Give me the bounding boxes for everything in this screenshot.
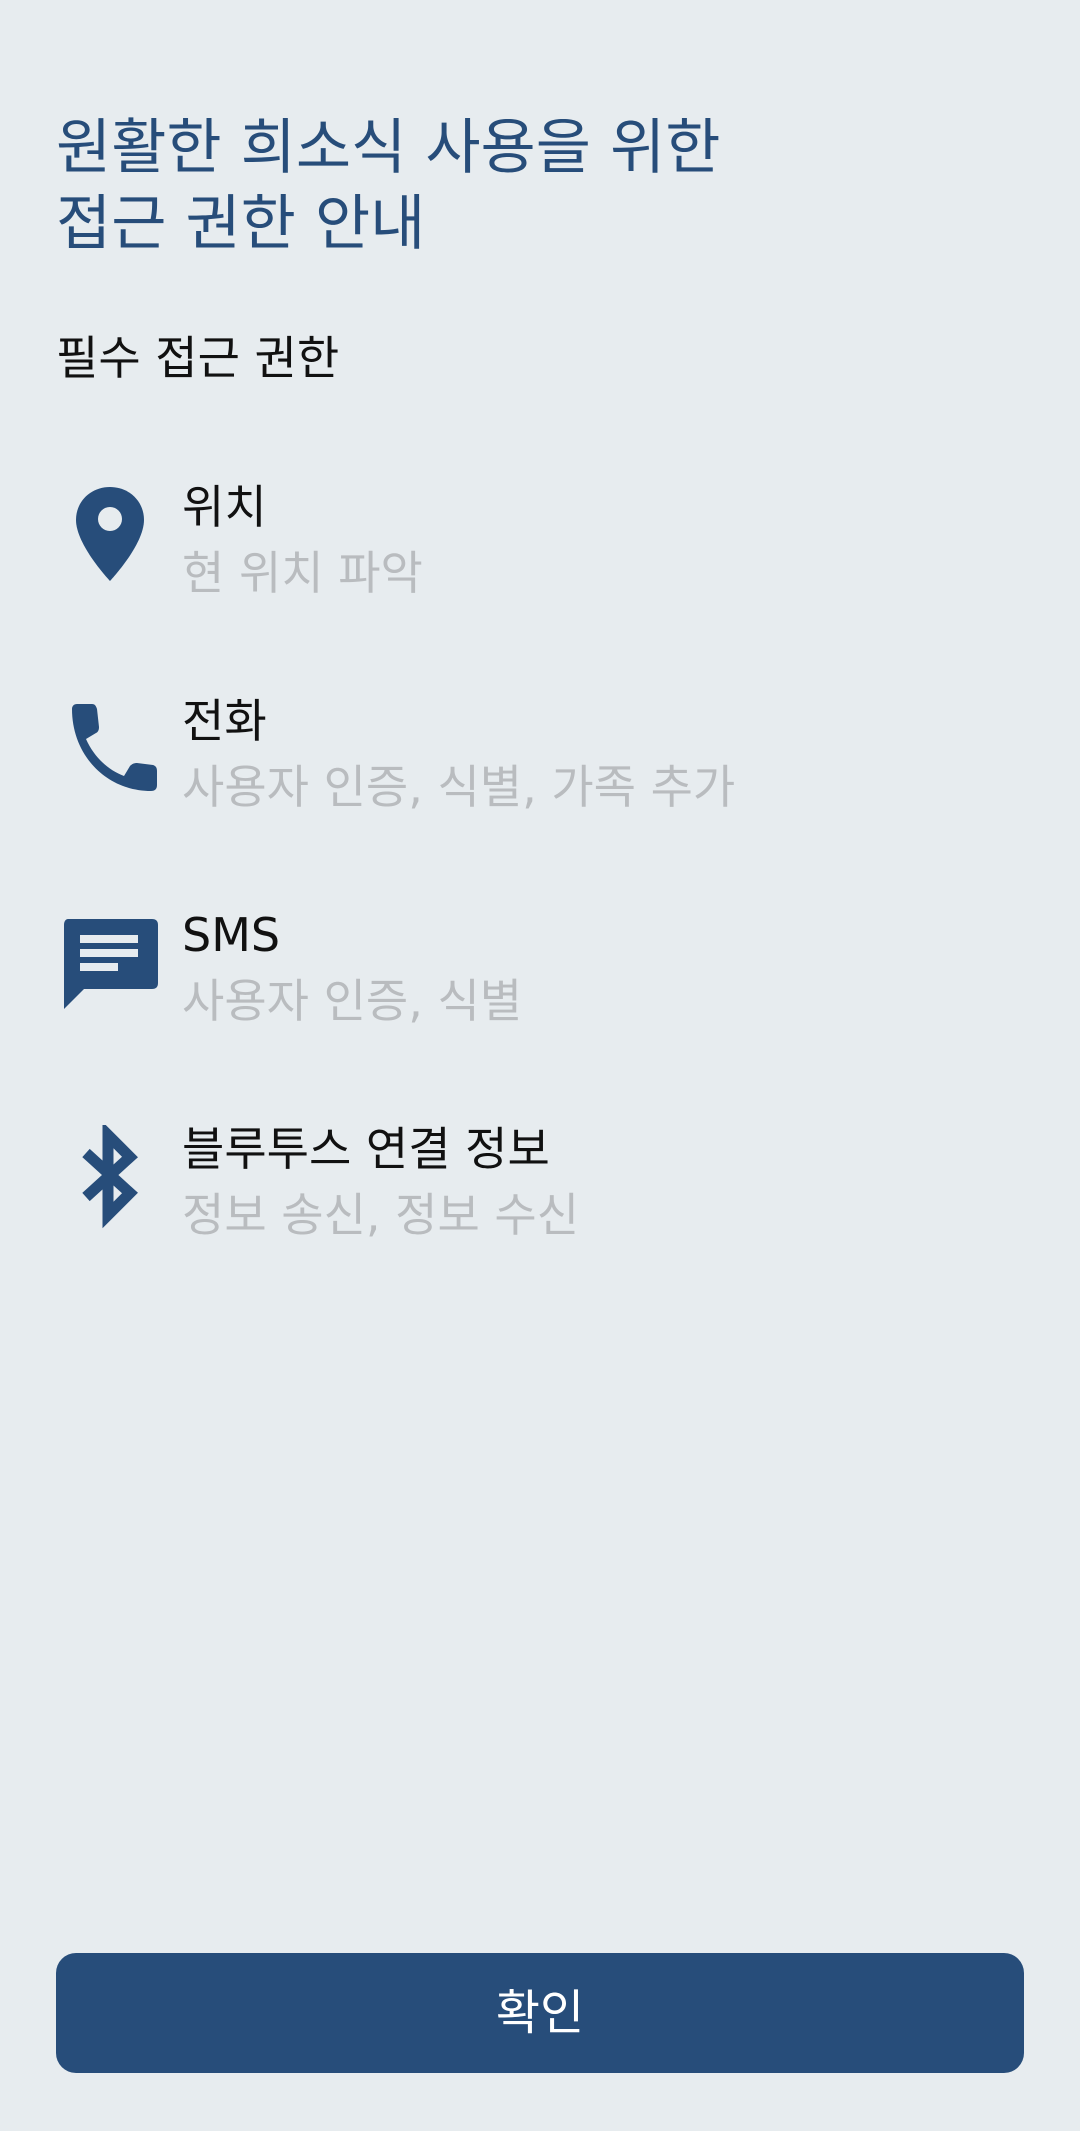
confirm-button[interactable]: 확인	[56, 1953, 1024, 2073]
section-label-required-permissions: 필수 접근 권한	[56, 331, 340, 385]
permission-name: 블루투스 연결 정보	[182, 1122, 550, 1176]
permission-description: 현 위치 파악	[182, 546, 423, 600]
permission-name: 위치	[182, 480, 267, 534]
permission-item-bluetooth: 블루투스 연결 정보 정보 송신, 정보 수신	[0, 1122, 1080, 1275]
permission-item-phone: 전화 사용자 인증, 식별, 가족 추가	[0, 694, 1080, 847]
location-pin-icon	[56, 483, 164, 591]
permission-item-location: 위치 현 위치 파악	[0, 480, 1080, 633]
page-title: 원활한 희소식 사용을 위한 접근 권한 안내	[56, 110, 1016, 262]
permission-name: SMS	[182, 908, 281, 962]
permission-description: 사용자 인증, 식별	[182, 974, 523, 1028]
permission-item-sms: SMS 사용자 인증, 식별	[0, 908, 1080, 1061]
page-title-line-2: 접근 권한 안내	[56, 189, 426, 259]
bluetooth-icon	[56, 1125, 164, 1233]
sms-message-icon	[56, 911, 164, 1019]
permission-description: 정보 송신, 정보 수신	[182, 1188, 580, 1242]
page-title-line-1: 원활한 희소식 사용을 위한	[56, 113, 721, 183]
phone-icon	[56, 697, 164, 805]
permission-description: 사용자 인증, 식별, 가족 추가	[182, 760, 736, 814]
permission-name: 전화	[182, 694, 267, 748]
